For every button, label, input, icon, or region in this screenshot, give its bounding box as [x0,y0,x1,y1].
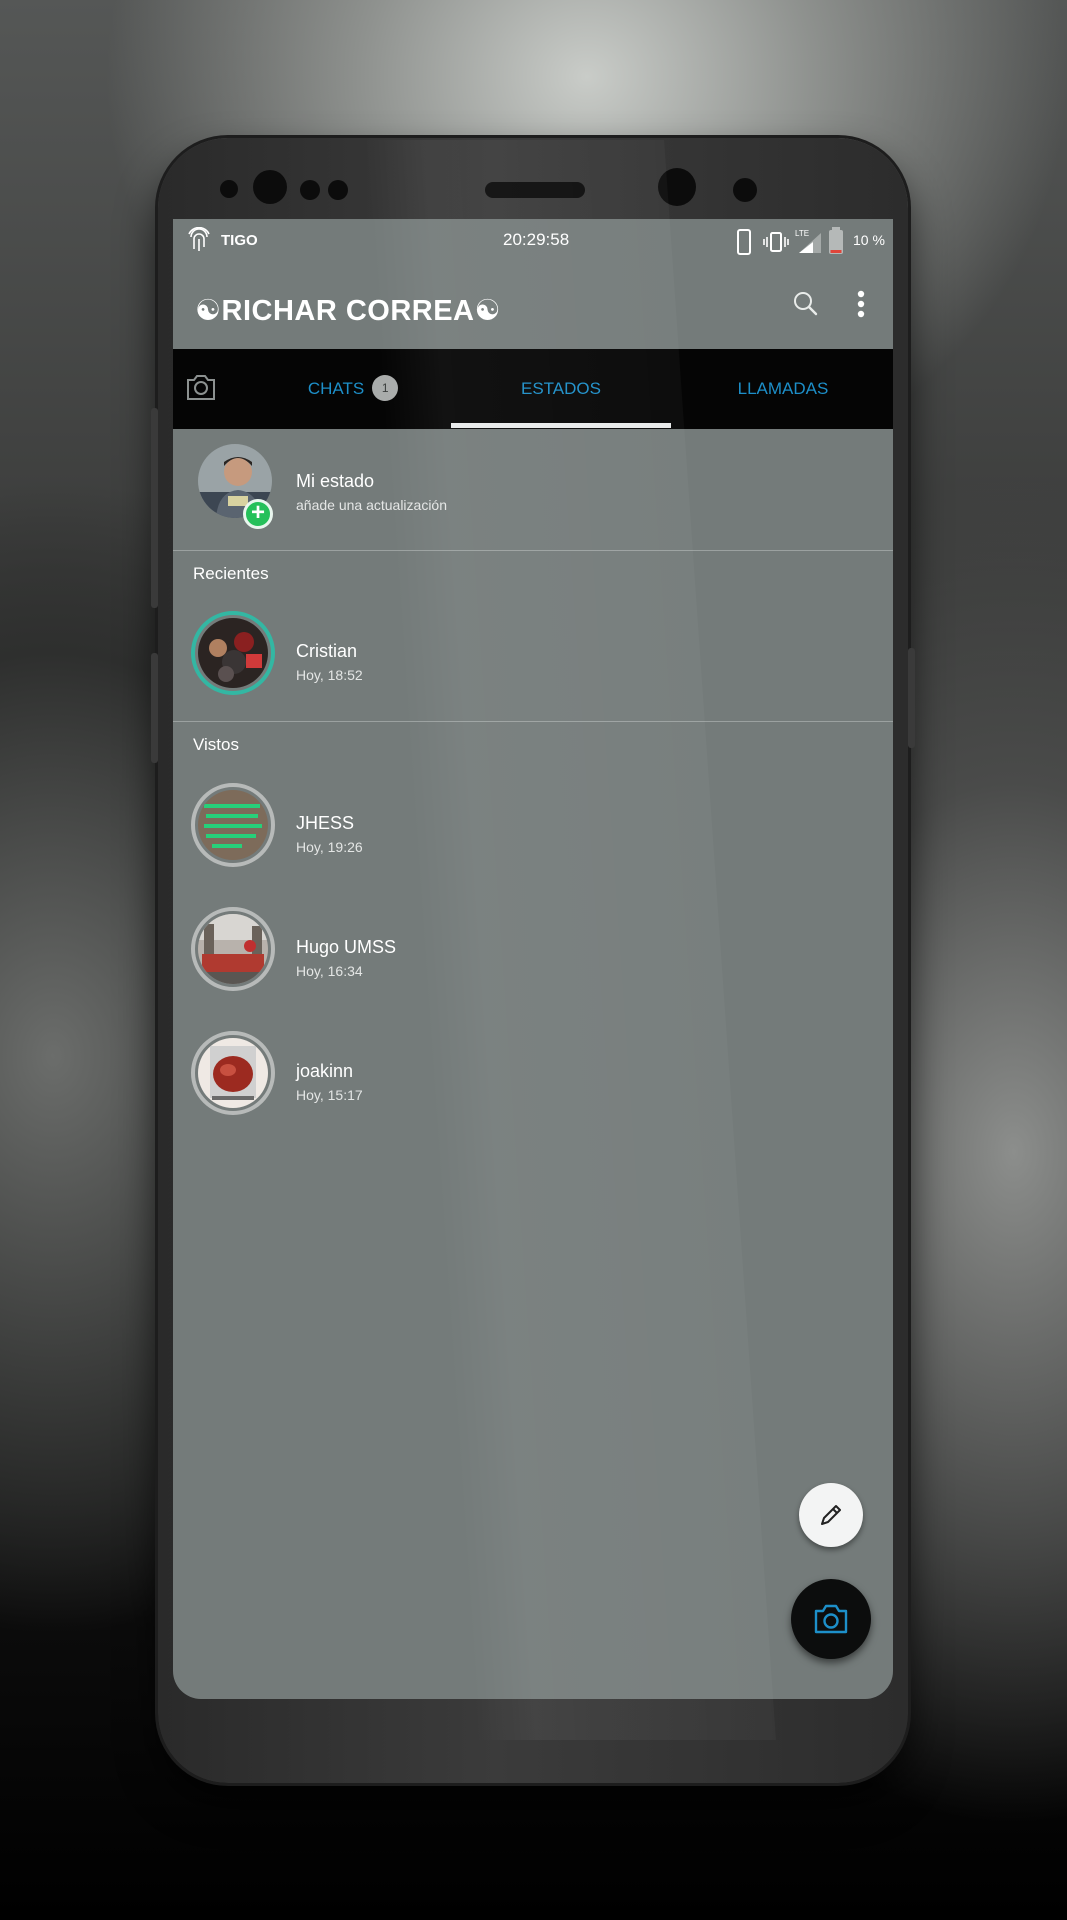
my-status-row[interactable]: + Mi estado añade una actualización [173,439,893,549]
my-status-subtitle: añade una actualización [296,497,448,513]
camera-icon [814,1604,848,1634]
tab-estados[interactable]: ESTADOS [451,349,671,429]
carrier-name: TIGO [221,232,258,249]
divider [173,721,893,722]
sensor-dot [300,180,320,200]
phone-screen: TIGO 20:29:58 LTE 10 % ☯RICHAR CORREA☯ C… [173,219,893,1699]
status-time: 20:29:58 [503,230,570,249]
status-time: Hoy, 15:17 [296,1087,363,1103]
contact-name: Cristian [296,641,358,661]
front-camera [253,170,287,204]
earpiece-speaker [485,182,585,198]
svg-text:LTE: LTE [795,229,809,238]
tab-llamadas[interactable]: LLAMADAS [673,349,893,429]
status-time: Hoy, 19:26 [296,839,363,855]
phone-icon [737,229,751,255]
phone-top-bezel [158,138,908,218]
battery-icon [829,227,843,254]
plus-icon[interactable]: + [243,499,273,529]
side-button-left-lower [151,653,158,763]
fingerprint-icon [188,227,210,251]
unread-badge: 1 [372,374,399,401]
contact-name: Hugo UMSS [296,937,397,957]
tab-estados-label: ESTADOS [521,379,601,398]
front-camera-secondary [658,168,696,206]
contact-name: JHESS [296,813,355,833]
lte-signal-icon: LTE [795,229,821,253]
section-viewed-label: Vistos [193,735,239,754]
sensor-dot [328,180,348,200]
contact-avatar [198,790,268,860]
camera-icon[interactable] [185,371,217,403]
app-title: ☯RICHAR CORREA☯ [195,295,501,327]
status-row[interactable]: joakinn Hoy, 15:17 [173,1029,893,1139]
tab-llamadas-label: LLAMADAS [737,379,829,398]
tab-selected-indicator [451,423,671,428]
sensor-dot [220,180,238,198]
my-status-title: Mi estado [296,471,375,491]
search-icon[interactable] [791,289,821,319]
tab-chats[interactable]: CHATS 1 [263,349,443,429]
section-recent-label: Recientes [193,564,269,583]
status-row[interactable]: Hugo UMSS Hoy, 16:34 [173,905,893,1015]
pencil-icon [821,1505,841,1525]
edit-status-button[interactable] [799,1483,863,1547]
status-time: Hoy, 18:52 [296,667,363,683]
divider [173,550,893,551]
tab-chats-label: CHATS [307,379,365,398]
contact-avatar [198,618,268,688]
sensor-dot [733,178,757,202]
contact-avatar [198,914,268,984]
status-row[interactable]: JHESS Hoy, 19:26 [173,781,893,891]
tab-bar: CHATS 1 ESTADOS LLAMADAS [173,349,893,429]
status-time: Hoy, 16:34 [296,963,363,979]
side-button-left [151,408,158,608]
side-button-right [908,648,915,748]
more-vert-icon[interactable] [853,289,869,321]
vibrate-icon [763,232,789,252]
status-bar: TIGO 20:29:58 LTE 10 % [173,219,893,263]
status-row[interactable]: Cristian Hoy, 18:52 [173,609,893,719]
camera-status-button[interactable] [791,1579,871,1659]
contact-avatar [198,1038,268,1108]
contact-name: joakinn [296,1061,354,1081]
battery-percent: 10 % [853,232,885,248]
